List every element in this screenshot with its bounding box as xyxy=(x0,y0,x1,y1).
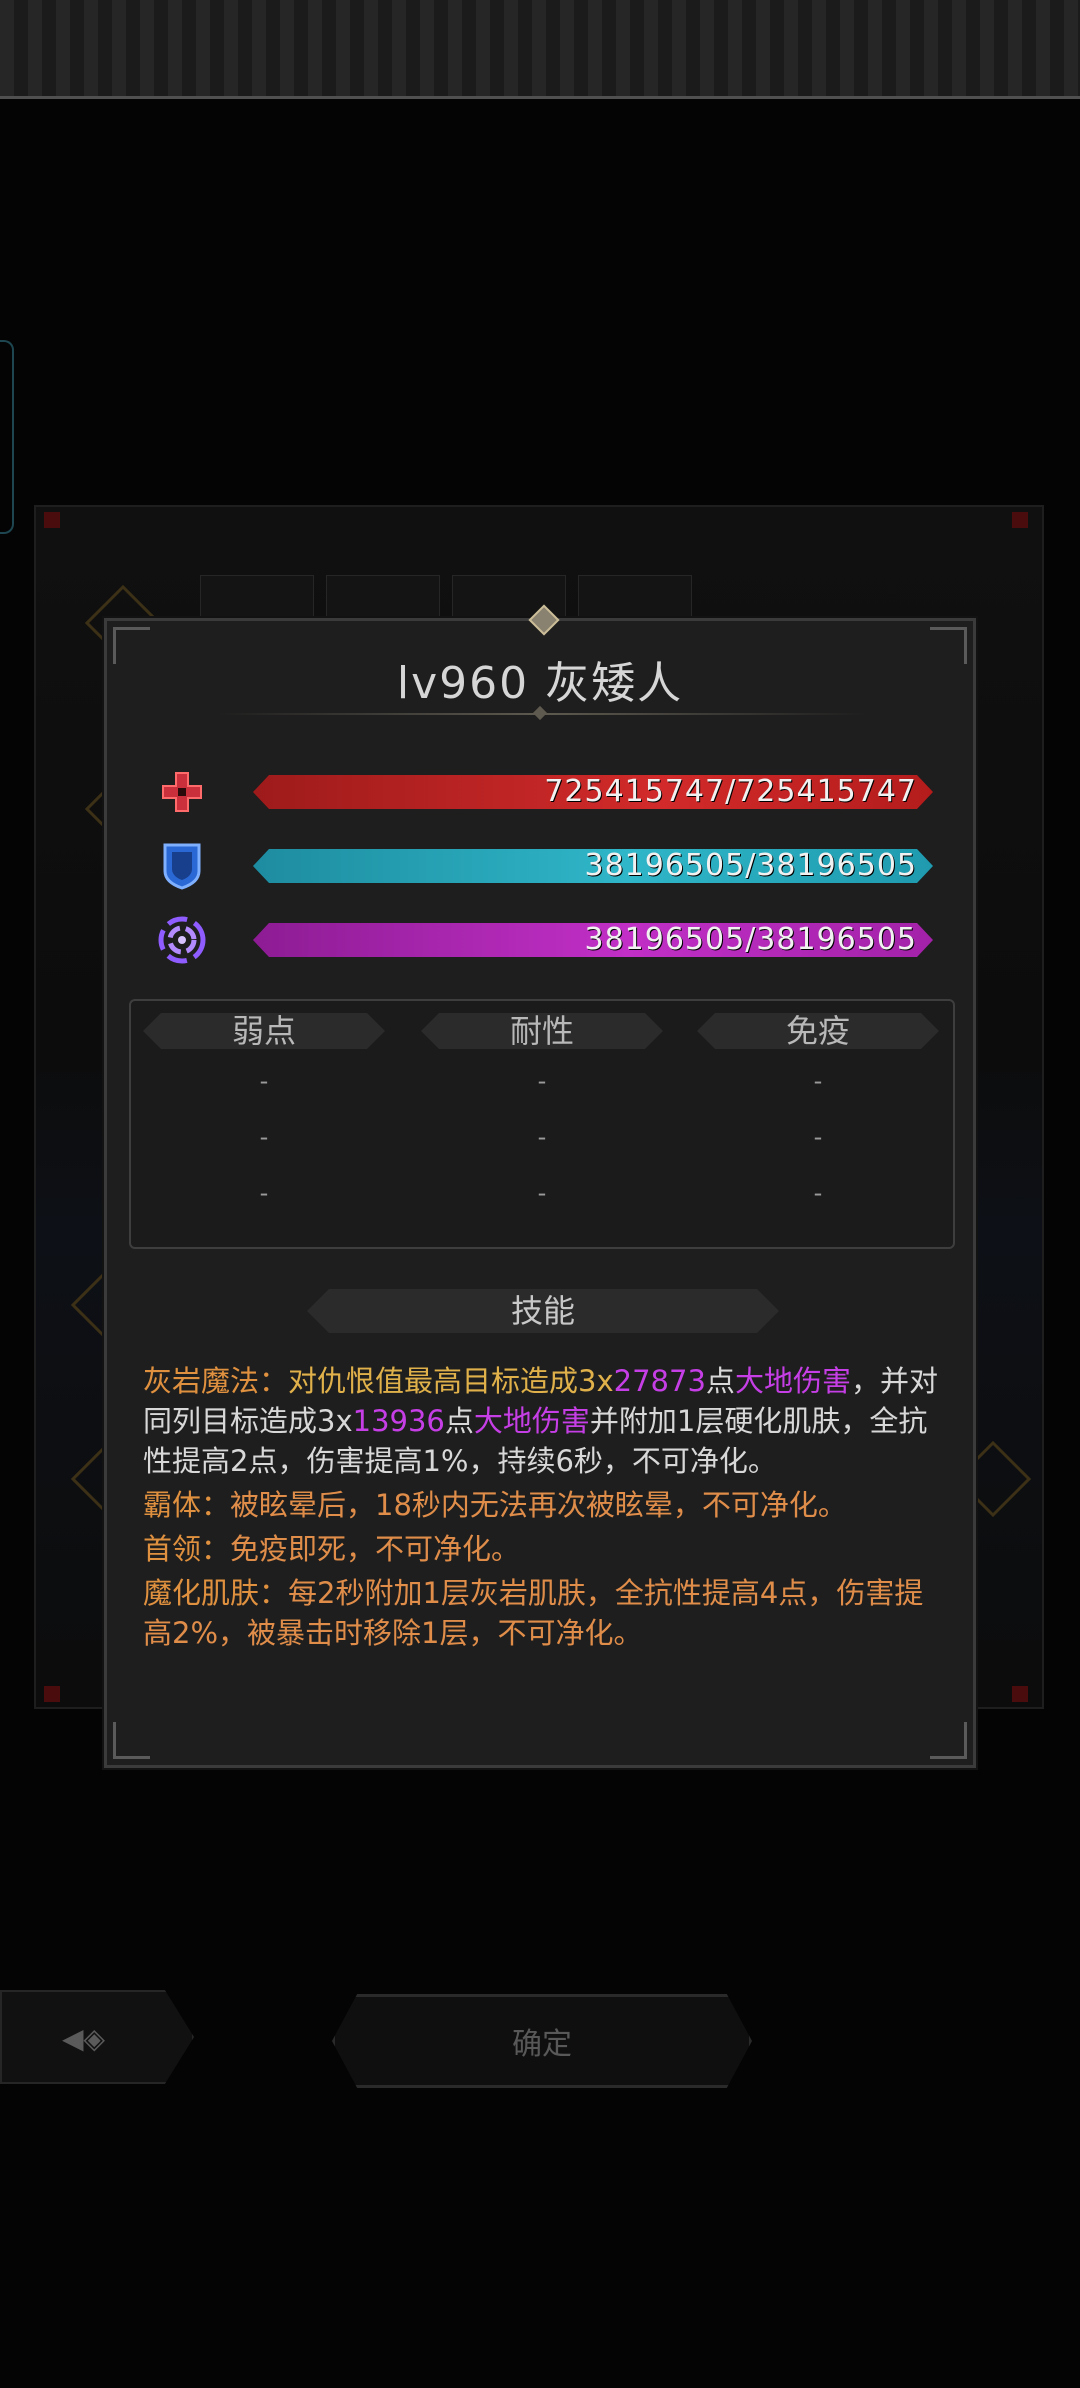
swirl-icon xyxy=(157,915,207,965)
table-cell: - xyxy=(813,1067,823,1095)
confirm-label: 确定 xyxy=(512,2027,572,2062)
back-button[interactable]: ◀◈ xyxy=(0,1990,194,2084)
table-cell: - xyxy=(813,1123,823,1151)
shield-bar: 38196505/38196505 xyxy=(253,849,933,883)
background-marker xyxy=(1012,512,1028,528)
background-slot xyxy=(326,575,440,621)
corner-ornament xyxy=(113,1722,150,1759)
resistance-table: 弱点 耐性 免疫 - - - - - - - - - xyxy=(129,999,955,1249)
hp-value: 725415747/725415747 xyxy=(544,774,917,809)
skills-list: 灰岩魔法：对仇恨值最高目标造成3x27873点大地伤害，并对同列目标造成3x13… xyxy=(143,1361,943,1657)
red-cross-icon xyxy=(157,767,207,817)
confirm-button[interactable]: 确定 xyxy=(332,1994,752,2088)
table-cell: - xyxy=(259,1067,269,1095)
hp-bar: 725415747/725415747 xyxy=(253,775,933,809)
background-marker xyxy=(44,512,60,528)
skill-name: 霸体 xyxy=(143,1488,202,1522)
skill-entry: 首领：免疫即死，不可净化。 xyxy=(143,1529,943,1569)
skill-separator: ： xyxy=(259,1576,289,1610)
mana-row: 38196505/38196505 xyxy=(157,915,937,965)
corner-ornament xyxy=(930,1722,967,1759)
background-marker xyxy=(1012,1686,1028,1702)
shield-icon xyxy=(157,841,207,891)
skill-text: 点 xyxy=(705,1364,735,1398)
skill-text: 点 xyxy=(444,1404,474,1438)
skill-text: 大地伤害 xyxy=(473,1404,590,1438)
skill-separator: ： xyxy=(259,1364,289,1398)
skill-text: 13936 xyxy=(352,1404,445,1438)
table-cell: - xyxy=(813,1179,823,1207)
weakness-header: 弱点 xyxy=(143,1013,385,1049)
title-divider xyxy=(217,713,867,715)
mana-value: 38196505/38196505 xyxy=(584,922,917,957)
skill-name: 首领 xyxy=(143,1532,202,1566)
skill-entry: 霸体：被眩晕后，18秒内无法再次被眩晕，不可净化。 xyxy=(143,1485,943,1525)
skill-name: 灰岩魔法 xyxy=(143,1364,260,1398)
background-marker xyxy=(44,1686,60,1702)
table-cell: - xyxy=(537,1123,547,1151)
background-slot xyxy=(578,575,692,621)
top-frame xyxy=(0,0,1080,99)
skill-text: 对仇恨值最高目标造成3x xyxy=(288,1364,614,1398)
skill-entry: 灰岩魔法：对仇恨值最高目标造成3x27873点大地伤害，并对同列目标造成3x13… xyxy=(143,1361,943,1481)
background-slot xyxy=(200,575,314,621)
skill-name: 魔化肌肤 xyxy=(143,1576,260,1610)
skill-entry: 魔化肌肤：每2秒附加1层灰岩肌肤，全抗性提高4点，伤害提高2%，被暴击时移除1层… xyxy=(143,1573,943,1653)
hp-row: 725415747/725415747 xyxy=(157,767,937,817)
skill-text: 免疫即死，不可净化。 xyxy=(230,1532,521,1566)
monster-info-dialog: lv960 灰矮人 725415747/725415747 38196505/3… xyxy=(104,604,976,1768)
table-cell: - xyxy=(537,1179,547,1207)
skill-separator: ： xyxy=(201,1488,231,1522)
skills-header: 技能 xyxy=(307,1289,779,1333)
table-cell: - xyxy=(537,1067,547,1095)
skill-text: 27873 xyxy=(613,1364,706,1398)
shield-value: 38196505/38196505 xyxy=(584,848,917,883)
mana-bar: 38196505/38196505 xyxy=(253,923,933,957)
table-cell: - xyxy=(259,1123,269,1151)
monster-title: lv960 灰矮人 xyxy=(396,658,684,709)
back-arrow-icon: ◀◈ xyxy=(62,2022,106,2055)
shield-row: 38196505/38196505 xyxy=(157,841,937,891)
skill-text: 大地伤害 xyxy=(734,1364,851,1398)
table-cell: - xyxy=(259,1179,269,1207)
skill-separator: ： xyxy=(201,1532,231,1566)
immunity-header: 免疫 xyxy=(697,1013,939,1049)
skill-text: 被眩晕后，18秒内无法再次被眩晕，不可净化。 xyxy=(230,1488,847,1522)
side-tab xyxy=(0,340,14,534)
resistance-header: 耐性 xyxy=(421,1013,663,1049)
